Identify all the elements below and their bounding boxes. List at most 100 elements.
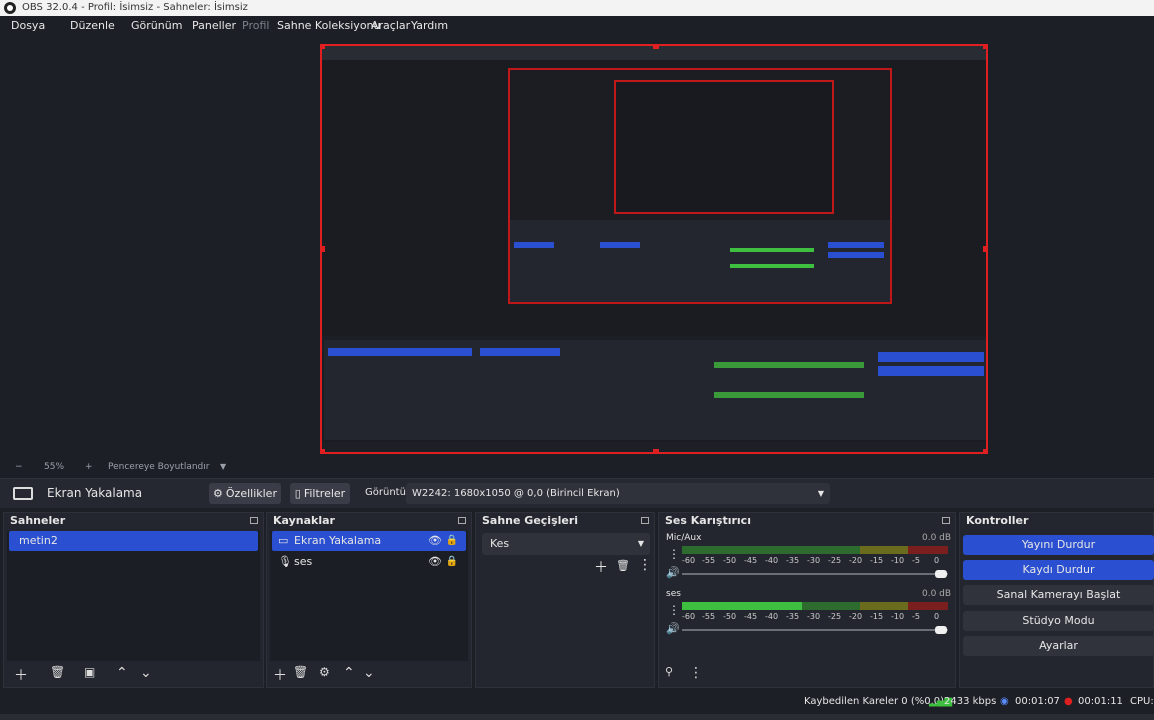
source-toolbar: Ekran Yakalama ⚙ Özellikler ▯ Filtreler Gö… [0,478,1154,508]
more-icon[interactable]: ⋮ [668,547,680,561]
bitrate: 2433 kbps [944,696,997,707]
trash-icon[interactable]: 🗑 [50,665,65,679]
dropped-frames: Kaybedilen Kareler 0 (%0.0) [804,696,945,707]
status-bar: Kaybedilen Kareler 0 (%0.0) ▂▄▆ 2433 kbp… [0,690,1154,714]
menu-duzenle[interactable]: Düzenle [70,19,115,32]
zoom-value: 55% [44,462,65,472]
preview-area[interactable] [0,36,1154,460]
nested-preview [508,68,892,304]
eye-icon[interactable]: 👁 [428,552,442,572]
menu-yardim[interactable]: Yardım [411,19,448,32]
microphone-icon: 🎙 [278,555,292,568]
track-name: Mic/Aux [666,533,702,543]
stop-recording-button[interactable]: Kaydı Durdur [963,560,1154,580]
monitor-icon [13,487,33,500]
filters-button[interactable]: ▯ Filtreler [290,483,350,504]
menu-dosya[interactable]: Dosya [11,19,45,32]
mixer-title: Ses Karıştırıcı [665,514,751,527]
settings-button[interactable]: Ayarlar [963,636,1154,656]
chevron-down-icon: ▼ [817,489,824,498]
cpu-usage: CPU: [1130,696,1154,707]
speaker-icon[interactable]: 🔊 [666,622,680,635]
resize-handle[interactable] [983,449,986,452]
resize-handle[interactable] [322,449,325,452]
preview-canvas[interactable] [320,44,988,454]
scenes-title: Sahneler [10,514,66,527]
undock-icon[interactable] [458,517,466,524]
gear-icon: ⚙ [213,487,223,500]
chevron-down-icon[interactable]: ▼ [220,462,226,471]
volume-slider[interactable] [682,573,948,575]
record-time: 00:01:11 [1078,696,1123,707]
sources-title: Kaynaklar [273,514,335,527]
window-title: OBS 32.0.4 - Profil: İsimsiz - Sahneler:… [22,2,248,13]
zoom-out-button[interactable]: − [15,462,23,472]
undock-icon[interactable] [942,517,950,524]
resize-handle[interactable] [322,246,325,252]
stream-icon: ◉ [1000,696,1009,707]
zoom-fit-dropdown[interactable]: Pencereye Boyutlandır [108,462,209,472]
eye-icon[interactable]: 👁 [428,531,442,551]
lock-icon[interactable]: 🔒 [446,531,458,551]
menu-bar: Dosya Düzenle Görünüm Paneller Profil Sa… [0,16,1154,36]
resize-handle[interactable] [983,46,986,49]
chevron-down-icon[interactable]: ⌄ [363,665,375,681]
track-db: 0.0 dB [922,533,952,543]
volume-slider-knob[interactable] [935,570,947,578]
resize-handle[interactable] [653,449,659,452]
resize-handle[interactable] [653,46,659,49]
stream-time: 00:01:07 [1015,696,1060,707]
properties-button[interactable]: ⚙ Özellikler [209,483,281,504]
more-icon[interactable]: ⋮ [689,665,703,681]
resize-handle[interactable] [322,46,325,49]
stop-stream-button[interactable]: Yayını Durdur [963,535,1154,555]
scenes-dock: Sahneler metin2 ＋ 🗑 ▣ ⌃ ⌄ [3,512,264,688]
filter-icon[interactable]: ▣ [84,665,95,679]
add-icon[interactable]: ＋ [594,557,608,577]
transition-select[interactable]: Kes ▼ [482,533,650,555]
source-item[interactable]: 🎙 ses 👁 🔒 [272,552,466,572]
more-icon[interactable]: ⋮ [638,557,652,573]
chevron-up-icon[interactable]: ⌃ [116,665,128,681]
menu-gorunum[interactable]: Görünüm [131,19,182,32]
obs-logo-icon [4,2,16,14]
trash-icon[interactable]: 🗑 [616,559,630,572]
resize-handle[interactable] [983,246,986,252]
scenes-list: metin2 [7,531,260,661]
zoom-in-button[interactable]: + [85,462,93,472]
menu-profil[interactable]: Profil [242,19,269,32]
volume-meter [682,546,948,554]
selected-source-name: Ekran Yakalama [47,486,143,500]
trash-icon[interactable]: 🗑 [293,665,308,679]
more-icon[interactable]: ⋮ [668,603,680,617]
menu-paneller[interactable]: Paneller [192,19,236,32]
chevron-down-icon[interactable]: ⌄ [140,665,152,681]
link-icon[interactable]: ⚲ [665,665,673,678]
monitor-icon: ▭ [278,534,289,547]
studio-mode-button[interactable]: Stüdyo Modu [963,611,1154,631]
volume-slider-knob[interactable] [935,626,947,634]
meter-ticks: -60 -55 -50 -45 -40 -35 -30 -25 -20 -15 -10 -5 0 [682,612,940,621]
source-item[interactable]: ▭ Ekran Yakalama 👁 🔒 [272,531,466,551]
scene-item[interactable]: metin2 [9,531,258,551]
gear-icon[interactable]: ⚙ [319,665,330,679]
sources-list: ▭ Ekran Yakalama 👁 🔒 🎙 ses 👁 🔒 [270,531,468,661]
volume-slider[interactable] [682,629,948,631]
volume-meter [682,602,948,610]
title-bar: OBS 32.0.4 - Profil: İsimsiz - Sahneler:… [0,0,1154,16]
chevron-up-icon[interactable]: ⌃ [343,665,355,681]
display-select[interactable]: W2242: 1680x1050 @ 0,0 (Birincil Ekran) … [406,483,830,504]
speaker-icon[interactable]: 🔊 [666,566,680,579]
lock-icon[interactable]: 🔒 [446,552,458,572]
menu-sahne-koleksiyonu[interactable]: Sahne Koleksiyonu [277,19,381,32]
taskbar [0,714,1154,720]
start-virtual-camera-button[interactable]: Sanal Kamerayı Başlat [963,585,1154,605]
record-icon: ● [1064,696,1073,707]
add-icon[interactable]: ＋ [14,665,28,685]
track-name: ses [666,589,681,599]
add-icon[interactable]: ＋ [273,665,287,685]
audio-mixer-dock: Ses Karıştırıcı ⚲ ⋮ [658,512,956,688]
undock-icon[interactable] [641,517,649,524]
undock-icon[interactable] [250,517,258,524]
menu-araclar[interactable]: Araçlar [371,19,410,32]
